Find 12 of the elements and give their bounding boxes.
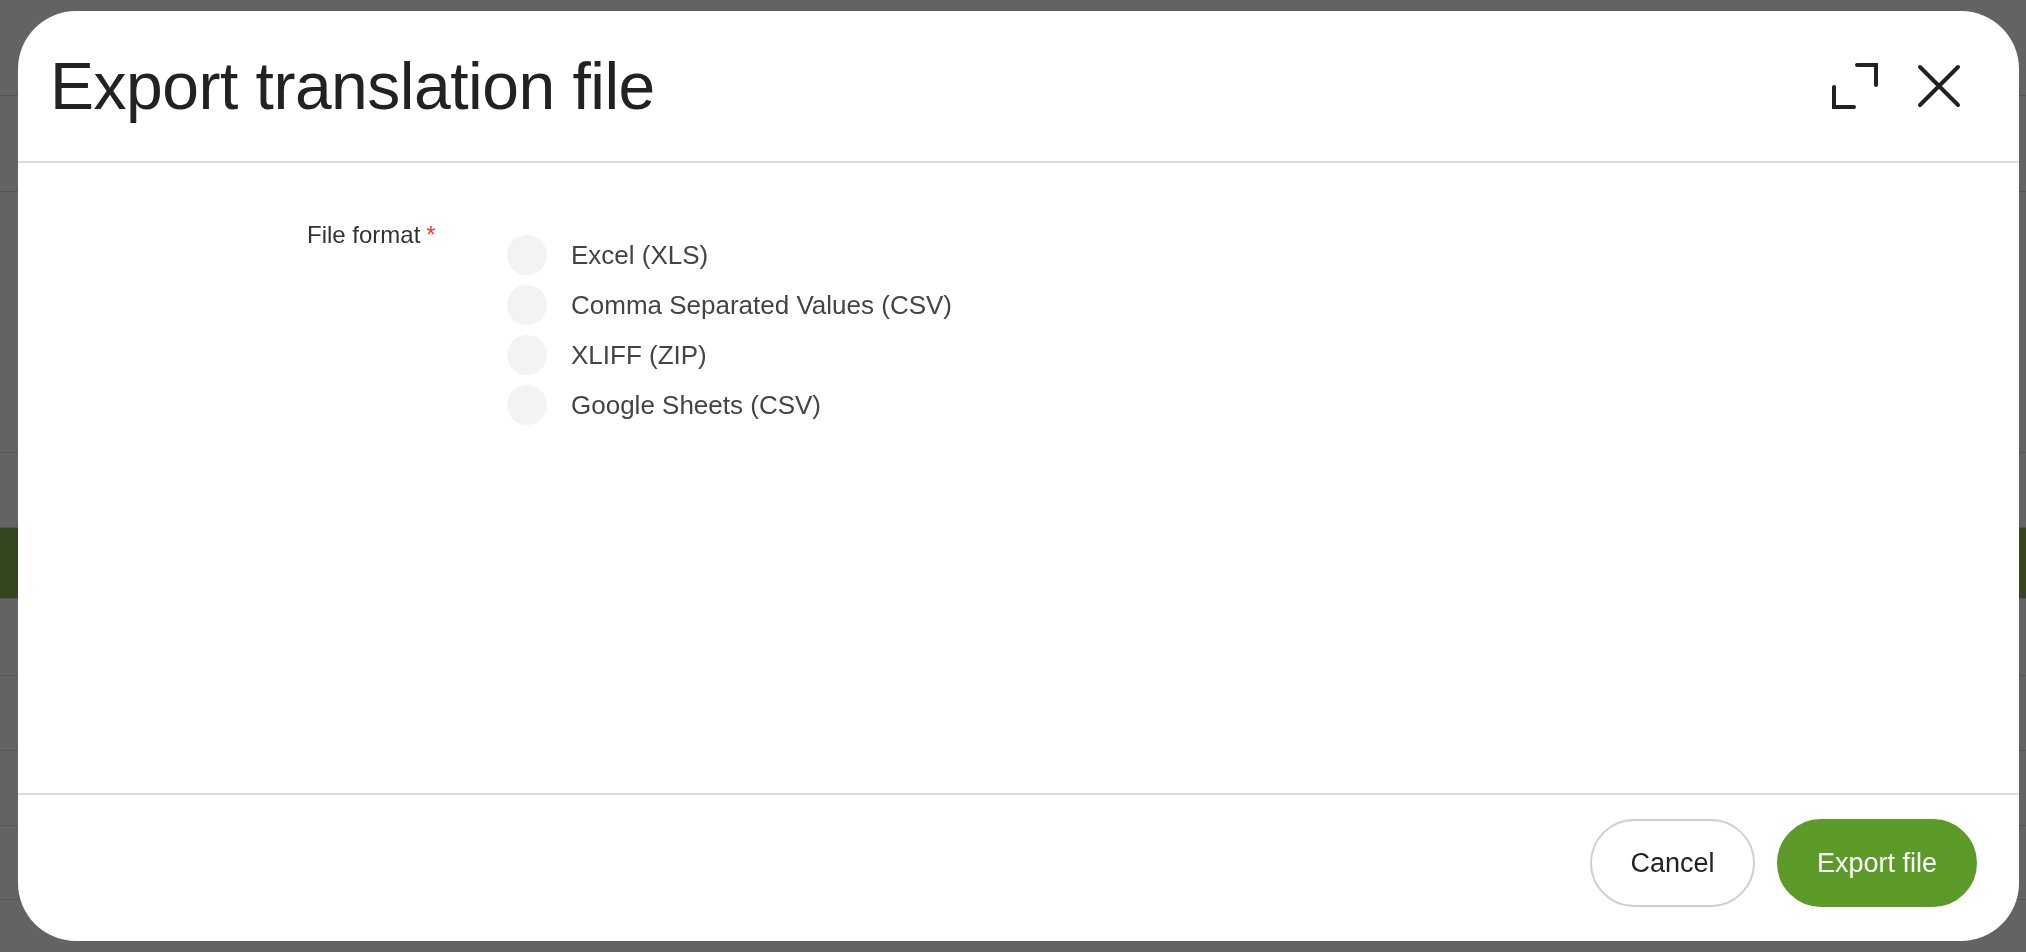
close-button[interactable] xyxy=(1917,64,1961,108)
option-label[interactable]: Comma Separated Values (CSV) xyxy=(571,289,952,321)
dialog-title: Export translation file xyxy=(50,48,656,124)
maximize-button[interactable] xyxy=(1831,62,1879,110)
expand-icon xyxy=(1831,62,1879,110)
cancel-button[interactable]: Cancel xyxy=(1589,819,1755,907)
required-mark: * xyxy=(426,221,436,250)
option-label[interactable]: XLIFF (ZIP) xyxy=(571,339,707,371)
option-label[interactable]: Excel (XLS) xyxy=(571,239,709,271)
option-label[interactable]: Google Sheets (CSV) xyxy=(571,389,821,421)
field-label: File format xyxy=(307,221,421,250)
close-icon xyxy=(1917,64,1961,108)
